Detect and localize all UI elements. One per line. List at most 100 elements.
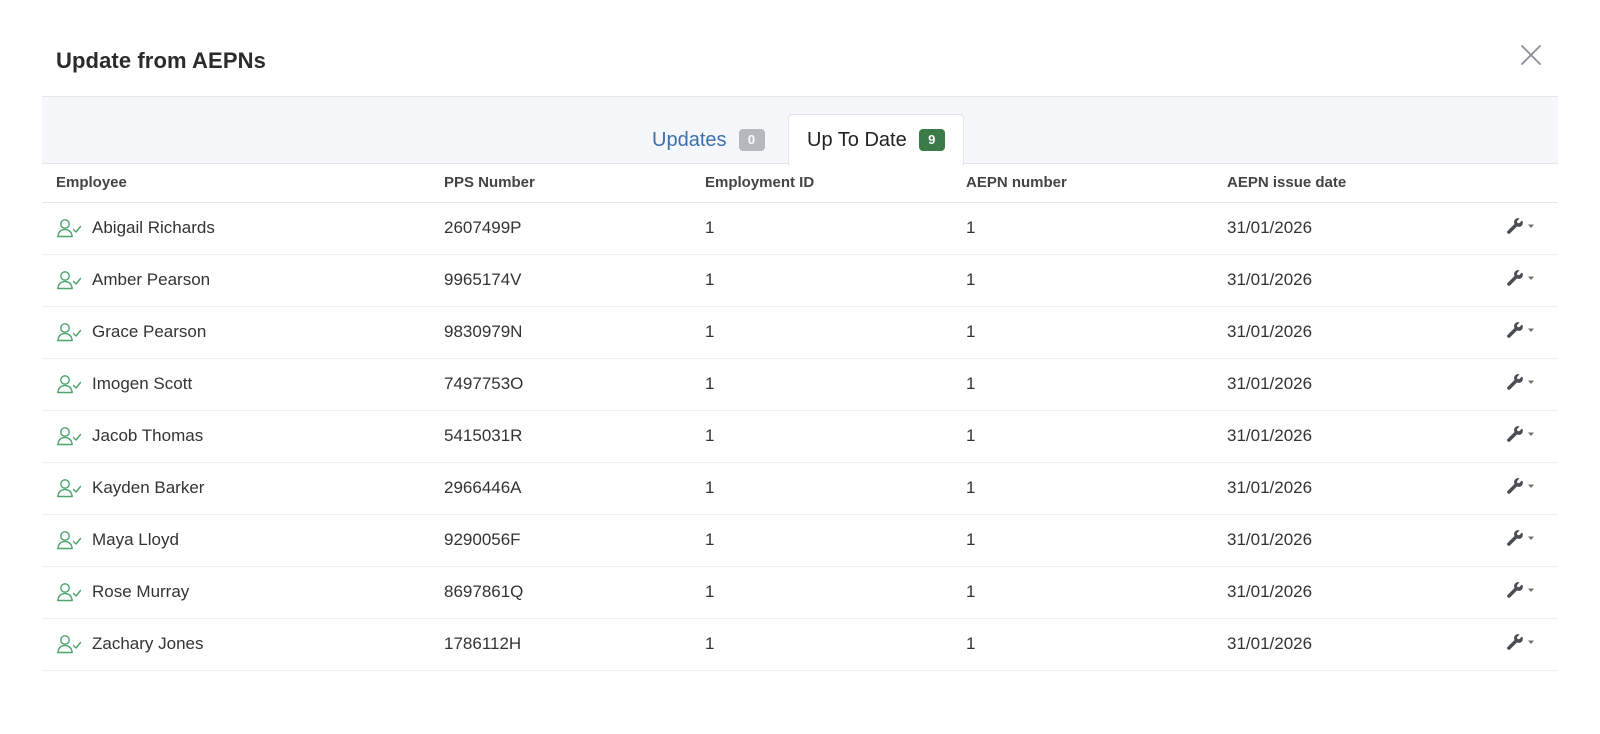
employment-id: 1 [705,410,966,463]
pps-number: 9965174V [444,254,705,307]
modal-title: Update from AEPNs [56,48,266,73]
row-actions-button[interactable] [1506,581,1535,599]
user-check-icon [57,531,82,550]
aepn-issue-date: 31/01/2026 [1227,618,1478,671]
employment-id: 1 [705,618,966,671]
row-actions-button[interactable] [1506,633,1535,651]
table-row[interactable]: Imogen Scott 7497753O 1 1 31/01/2026 [42,358,1558,411]
actions-cell [1478,462,1558,515]
user-check-icon [57,427,82,446]
table-row[interactable]: Maya Lloyd 9290056F 1 1 31/01/2026 [42,514,1558,567]
row-actions-button[interactable] [1506,477,1535,495]
close-icon [1521,45,1541,65]
close-button[interactable] [1518,42,1544,68]
aepn-issue-date: 31/01/2026 [1227,514,1478,567]
aepn-issue-date: 31/01/2026 [1227,358,1478,411]
wrench-icon [1507,633,1523,650]
row-actions-button[interactable] [1506,217,1535,235]
employee-cell: Zachary Jones [42,618,444,671]
aepn-number: 1 [966,306,1227,359]
aepn-number: 1 [966,358,1227,411]
user-check-icon [57,583,82,602]
employee-name[interactable]: Amber Pearson [92,270,210,290]
wrench-icon [1507,269,1523,286]
pps-number: 5415031R [444,410,705,463]
tab-updates[interactable]: Updates 0 [634,115,783,165]
pps-number: 1786112H [444,618,705,671]
caret-down-icon [1528,380,1534,384]
wrench-icon [1507,425,1523,442]
table-row[interactable]: Jacob Thomas 5415031R 1 1 31/01/2026 [42,410,1558,463]
employee-cell: Jacob Thomas [42,410,444,463]
aepn-number: 1 [966,254,1227,307]
actions-cell [1478,566,1558,619]
table-row[interactable]: Abigail Richards 2607499P 1 1 31/01/2026 [42,202,1558,255]
table-row[interactable]: Amber Pearson 9965174V 1 1 31/01/2026 [42,254,1558,307]
row-actions-button[interactable] [1506,529,1535,547]
header-employee[interactable]: Employee [42,164,444,203]
table-row[interactable]: Grace Pearson 9830979N 1 1 31/01/2026 [42,306,1558,359]
row-actions-button[interactable] [1506,425,1535,443]
pps-number: 7497753O [444,358,705,411]
tab-bar: Updates 0 Up To Date 9 [42,96,1558,166]
row-actions-button[interactable] [1506,269,1535,287]
employee-name[interactable]: Abigail Richards [92,218,215,238]
pps-number: 9290056F [444,514,705,567]
wrench-icon [1507,373,1523,390]
employee-name[interactable]: Kayden Barker [92,478,204,498]
wrench-icon [1507,581,1523,598]
aepn-number: 1 [966,462,1227,515]
header-aepn-number[interactable]: AEPN number [966,164,1227,203]
employee-name[interactable]: Maya Lloyd [92,530,179,550]
employee-name[interactable]: Rose Murray [92,582,189,602]
employee-cell: Rose Murray [42,566,444,619]
user-check-icon [57,219,82,238]
update-from-aepns-modal: Update from AEPNs Updates 0 Up To Date 9… [0,0,1600,734]
row-actions-button[interactable] [1506,373,1535,391]
employee-cell: Amber Pearson [42,254,444,307]
employment-id: 1 [705,462,966,515]
employee-cell: Maya Lloyd [42,514,444,567]
table-row[interactable]: Zachary Jones 1786112H 1 1 31/01/2026 [42,618,1558,671]
table-body: Abigail Richards 2607499P 1 1 31/01/2026 [42,202,1558,671]
table-row[interactable]: Rose Murray 8697861Q 1 1 31/01/2026 [42,566,1558,619]
caret-down-icon [1528,328,1534,332]
actions-cell [1478,202,1558,255]
caret-down-icon [1528,484,1534,488]
employment-id: 1 [705,254,966,307]
aepn-number: 1 [966,566,1227,619]
caret-down-icon [1528,588,1534,592]
tab-up-to-date[interactable]: Up To Date 9 [788,114,964,166]
header-aepn-issue-date[interactable]: AEPN issue date [1227,164,1478,203]
actions-cell [1478,358,1558,411]
aepn-issue-date: 31/01/2026 [1227,202,1478,255]
employee-name[interactable]: Grace Pearson [92,322,206,342]
user-check-icon [57,271,82,290]
header-employment-id[interactable]: Employment ID [705,164,966,203]
row-actions-button[interactable] [1506,321,1535,339]
pps-number: 9830979N [444,306,705,359]
header-pps-number[interactable]: PPS Number [444,164,705,203]
employee-name[interactable]: Jacob Thomas [92,426,203,446]
actions-cell [1478,618,1558,671]
tab-up-to-date-count-badge: 9 [918,129,945,151]
actions-cell [1478,514,1558,567]
employee-cell: Imogen Scott [42,358,444,411]
actions-cell [1478,254,1558,307]
actions-cell [1478,306,1558,359]
caret-down-icon [1528,276,1534,280]
aepn-number: 1 [966,514,1227,567]
employment-id: 1 [705,202,966,255]
user-check-icon [57,479,82,498]
tab-updates-label: Updates [652,128,727,151]
aepn-issue-date: 31/01/2026 [1227,462,1478,515]
tab-updates-count-badge: 0 [738,129,765,151]
user-check-icon [57,323,82,342]
table-row[interactable]: Kayden Barker 2966446A 1 1 31/01/2026 [42,462,1558,515]
employee-name[interactable]: Imogen Scott [92,374,192,394]
employee-name[interactable]: Zachary Jones [92,634,204,654]
employee-cell: Grace Pearson [42,306,444,359]
employment-id: 1 [705,358,966,411]
caret-down-icon [1528,640,1534,644]
aepn-issue-date: 31/01/2026 [1227,566,1478,619]
